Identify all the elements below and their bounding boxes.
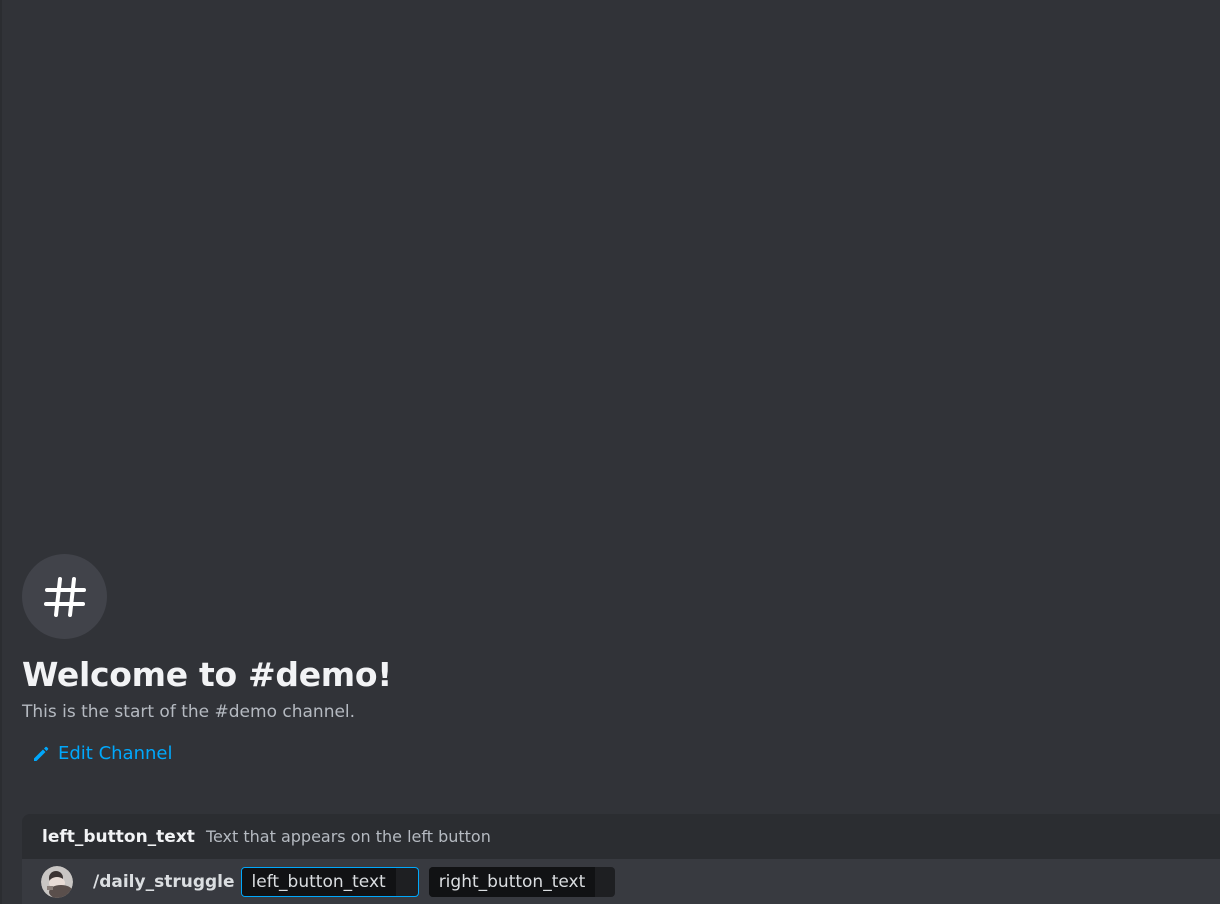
command-option-hint: left_button_text Text that appears on th… xyxy=(22,814,1220,859)
pencil-icon xyxy=(34,746,49,761)
param-label: left_button_text xyxy=(241,867,396,896)
user-avatar xyxy=(41,865,73,898)
param-right-button-text[interactable]: right_button_text xyxy=(428,866,616,897)
param-value-input[interactable] xyxy=(595,867,615,897)
edit-channel-label: Edit Channel xyxy=(58,743,173,764)
param-label: right_button_text xyxy=(428,866,596,897)
option-name: left_button_text xyxy=(42,826,195,847)
sidebar-edge xyxy=(0,0,2,904)
chat-area: Welcome to #demo! This is the start of t… xyxy=(0,0,1220,904)
param-left-button-text[interactable]: left_button_text xyxy=(240,866,419,897)
message-input-bar[interactable]: /daily_struggle left_button_text right_b… xyxy=(22,859,1220,904)
welcome-title: Welcome to #demo! xyxy=(22,655,393,694)
edit-channel-button[interactable]: Edit Channel xyxy=(32,743,172,765)
param-value-input[interactable] xyxy=(396,868,418,896)
channel-welcome: Welcome to #demo! This is the start of t… xyxy=(22,554,1122,767)
option-description: Text that appears on the left button xyxy=(205,827,491,846)
channel-icon-circle xyxy=(22,554,107,639)
hash-icon xyxy=(43,576,86,617)
welcome-subtitle: This is the start of the #demo channel. xyxy=(22,702,356,722)
command-name: /daily_struggle xyxy=(93,871,235,892)
